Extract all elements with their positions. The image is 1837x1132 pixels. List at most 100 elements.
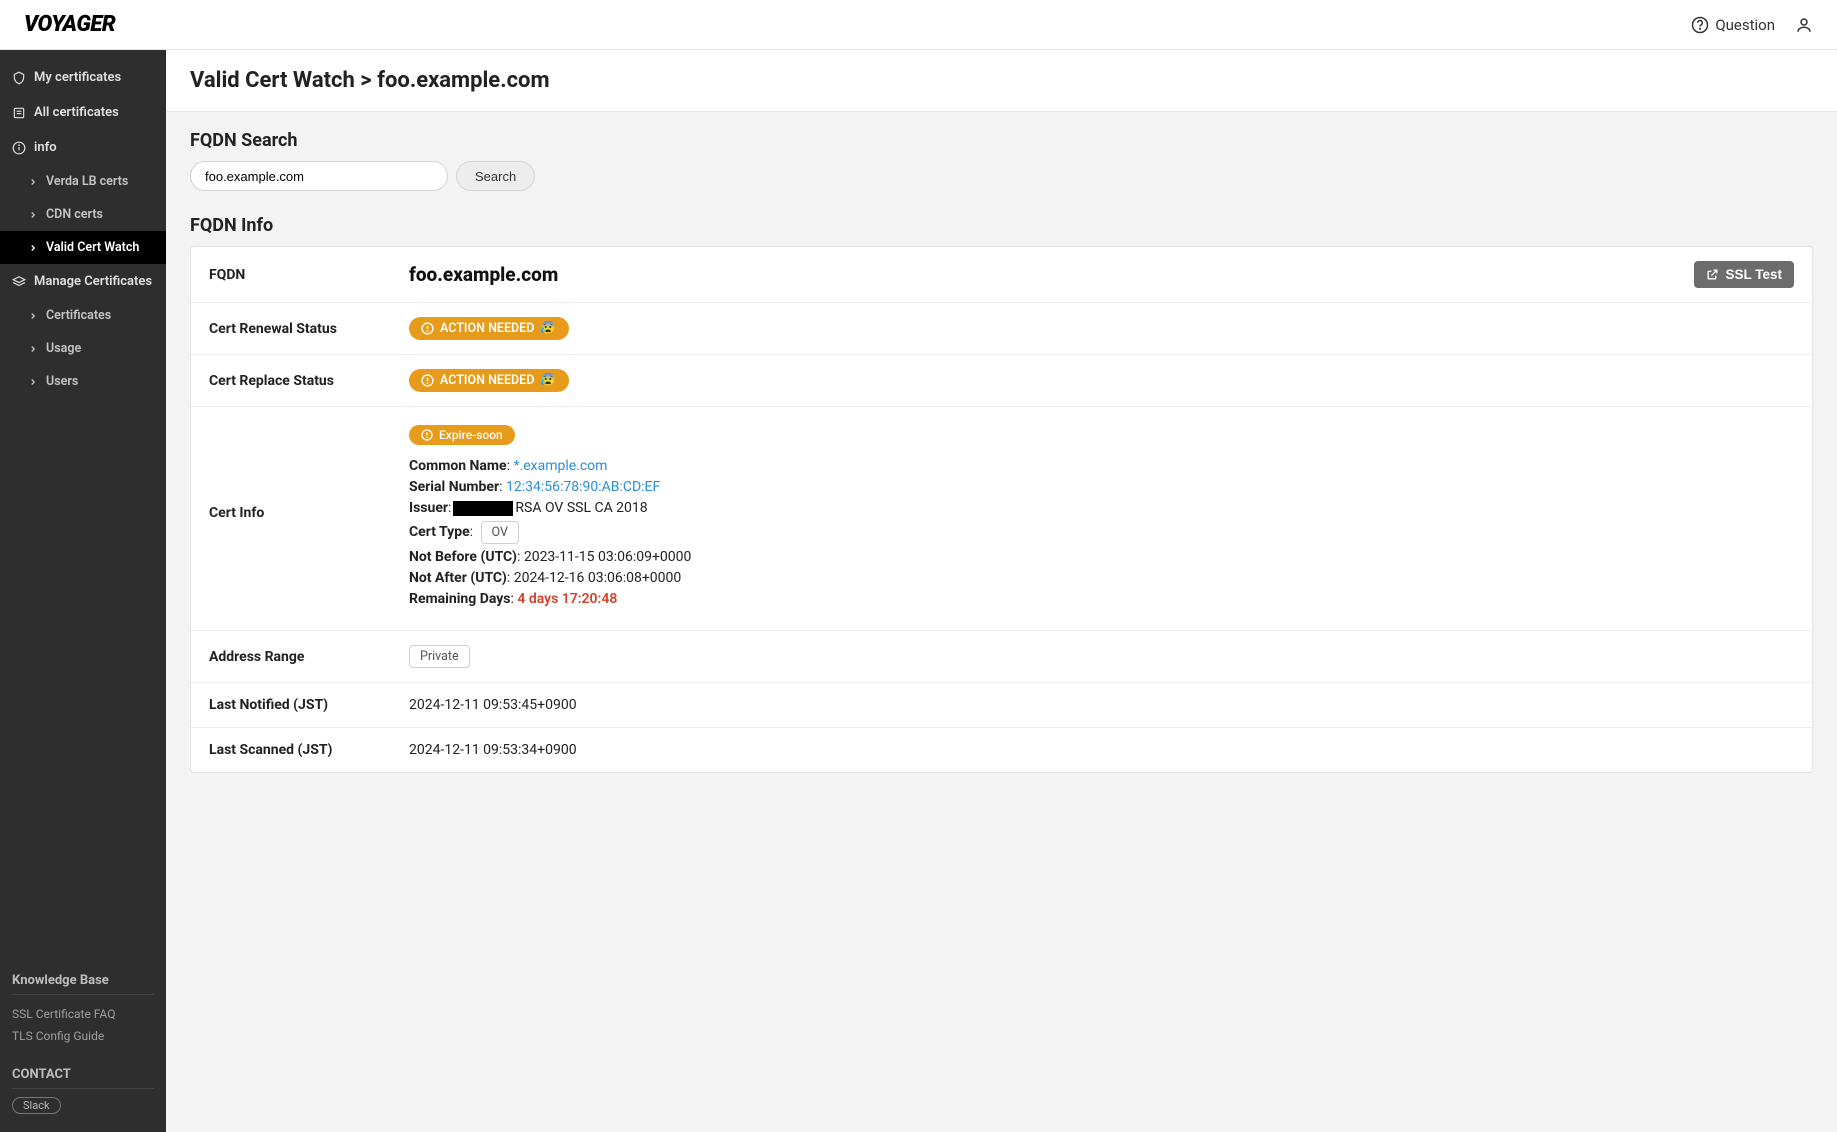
cn-label: Common Name (409, 458, 507, 474)
page-title: Valid Cert Watch > foo.example.com (190, 68, 1813, 93)
valid-watch-label: Valid Cert Watch (46, 240, 139, 255)
contact-heading: CONTACT (12, 1057, 154, 1089)
ssl-test-label: SSL Test (1725, 267, 1782, 282)
kb-heading: Knowledge Base (12, 973, 154, 995)
page-title-bar: Valid Cert Watch > foo.example.com (166, 50, 1837, 112)
sidebar: My certificates All certificates info Ve… (0, 50, 166, 1132)
cert-type-badge: OV (481, 521, 519, 544)
action-needed-text: ACTION NEEDED (440, 373, 534, 388)
issuer-redacted (453, 501, 513, 516)
info-heading: FQDN Info (190, 215, 1813, 236)
my-certs-label: My certificates (34, 70, 121, 85)
row-renewal: Cert Renewal Status ACTION NEEDED 😰 (191, 303, 1812, 355)
scanned-label: Last Scanned (JST) (209, 742, 409, 758)
sidebar-item-certificates[interactable]: Certificates (0, 299, 166, 332)
user-icon (1795, 16, 1813, 34)
face-emoji-icon: 😰 (540, 321, 556, 336)
sidebar-item-valid-watch[interactable]: Valid Cert Watch (0, 231, 166, 264)
user-menu[interactable] (1795, 16, 1813, 34)
cert-issuer-line: Issuer:RSA OV SSL CA 2018 (409, 500, 1794, 516)
cert-cn-line: Common Name: *.example.com (409, 458, 1794, 474)
row-cert-info: Cert Info Expire-soon Common Name: *.exa… (191, 407, 1812, 631)
alert-icon (421, 374, 434, 387)
address-label: Address Range (209, 649, 409, 665)
issuer-label: Issuer (409, 500, 448, 516)
row-notified: Last Notified (JST) 2024-12-11 09:53:45+… (191, 683, 1812, 728)
cdn-label: CDN certs (46, 207, 103, 222)
help-icon (1691, 16, 1709, 34)
action-needed-text: ACTION NEEDED (440, 321, 534, 336)
cn-value-link[interactable]: *.example.com (513, 458, 607, 474)
serial-value-link[interactable]: 12:34:56:78:90:AB:CD:EF (506, 479, 660, 495)
renewal-status-badge: ACTION NEEDED 😰 (409, 317, 569, 340)
sidebar-item-verda[interactable]: Verda LB certs (0, 165, 166, 198)
cert-remaining-line: Remaining Days: 4 days 17:20:48 (409, 591, 1794, 607)
question-label: Question (1715, 16, 1775, 34)
cert-info-body: Expire-soon Common Name: *.example.com S… (409, 425, 1794, 612)
cert-info-label: Cert Info (209, 425, 409, 521)
issuer-suffix: RSA OV SSL CA 2018 (515, 500, 647, 516)
chevron-right-icon (28, 377, 38, 387)
sidebar-item-usage[interactable]: Usage (0, 332, 166, 365)
contact-slack[interactable]: Slack (12, 1097, 61, 1114)
not-before-value: 2023-11-15 03:06:09+0000 (524, 549, 692, 565)
replace-label: Cert Replace Status (209, 373, 409, 389)
cert-serial-line: Serial Number: 12:34:56:78:90:AB:CD:EF (409, 479, 1794, 495)
chevron-right-icon (28, 177, 38, 187)
row-fqdn: FQDN foo.example.com SSL Test (191, 247, 1812, 303)
sidebar-item-cdn[interactable]: CDN certs (0, 198, 166, 231)
cert-type-line: Cert Type: OV (409, 521, 1794, 544)
sidebar-item-manage[interactable]: Manage Certificates (0, 264, 166, 299)
fqdn-label: FQDN (209, 267, 409, 283)
not-after-value: 2024-12-16 03:06:08+0000 (514, 570, 682, 586)
sidebar-item-users[interactable]: Users (0, 365, 166, 398)
kb-link-tls[interactable]: TLS Config Guide (12, 1025, 154, 1047)
fqdn-search-input[interactable] (190, 161, 448, 191)
row-scanned: Last Scanned (JST) 2024-12-11 09:53:34+0… (191, 728, 1812, 772)
ssl-test-button[interactable]: SSL Test (1694, 261, 1794, 288)
chevron-right-icon (28, 243, 38, 253)
sidebar-item-info[interactable]: info (0, 130, 166, 165)
list-icon (12, 106, 26, 120)
layers-icon (12, 275, 26, 289)
remaining-value: 4 days 17:20:48 (517, 591, 617, 607)
manage-label: Manage Certificates (34, 274, 152, 289)
usage-label: Usage (46, 341, 81, 356)
alert-icon (421, 429, 433, 441)
external-link-icon (1706, 268, 1719, 281)
shield-icon (12, 71, 26, 85)
expire-soon-badge: Expire-soon (409, 425, 515, 445)
fqdn-value: foo.example.com (409, 263, 1694, 286)
alert-icon (421, 322, 434, 335)
expire-soon-text: Expire-soon (439, 428, 503, 442)
certificates-label: Certificates (46, 308, 111, 323)
scanned-value: 2024-12-11 09:53:34+0900 (409, 742, 1794, 758)
cert-not-before-line: Not Before (UTC): 2023-11-15 03:06:09+00… (409, 549, 1794, 565)
search-button[interactable]: Search (456, 161, 535, 191)
notified-label: Last Notified (JST) (209, 697, 409, 713)
verda-label: Verda LB certs (46, 174, 128, 189)
chevron-right-icon (28, 311, 38, 321)
main-content: Valid Cert Watch > foo.example.com FQDN … (166, 50, 1837, 1132)
fqdn-info-card: FQDN foo.example.com SSL Test Cert Renew… (190, 246, 1813, 773)
not-before-label: Not Before (UTC) (409, 549, 517, 565)
remaining-label: Remaining Days (409, 591, 510, 607)
sidebar-item-all-certs[interactable]: All certificates (0, 95, 166, 130)
info-label: info (34, 140, 57, 155)
question-link[interactable]: Question (1691, 16, 1775, 34)
brand-logo: VOYAGER (24, 12, 115, 37)
users-label: Users (46, 374, 78, 389)
search-heading: FQDN Search (190, 130, 1813, 151)
row-replace: Cert Replace Status ACTION NEEDED 😰 (191, 355, 1812, 407)
not-after-label: Not After (UTC) (409, 570, 507, 586)
address-badge: Private (409, 645, 470, 668)
notified-value: 2024-12-11 09:53:45+0900 (409, 697, 1794, 713)
sidebar-footer: Knowledge Base SSL Certificate FAQ TLS C… (0, 959, 166, 1132)
topbar: VOYAGER Question (0, 0, 1837, 50)
kb-link-faq[interactable]: SSL Certificate FAQ (12, 1003, 154, 1025)
chevron-right-icon (28, 344, 38, 354)
topbar-right: Question (1691, 16, 1813, 34)
cert-not-after-line: Not After (UTC): 2024-12-16 03:06:08+000… (409, 570, 1794, 586)
renewal-label: Cert Renewal Status (209, 321, 409, 337)
sidebar-item-my-certs[interactable]: My certificates (0, 60, 166, 95)
